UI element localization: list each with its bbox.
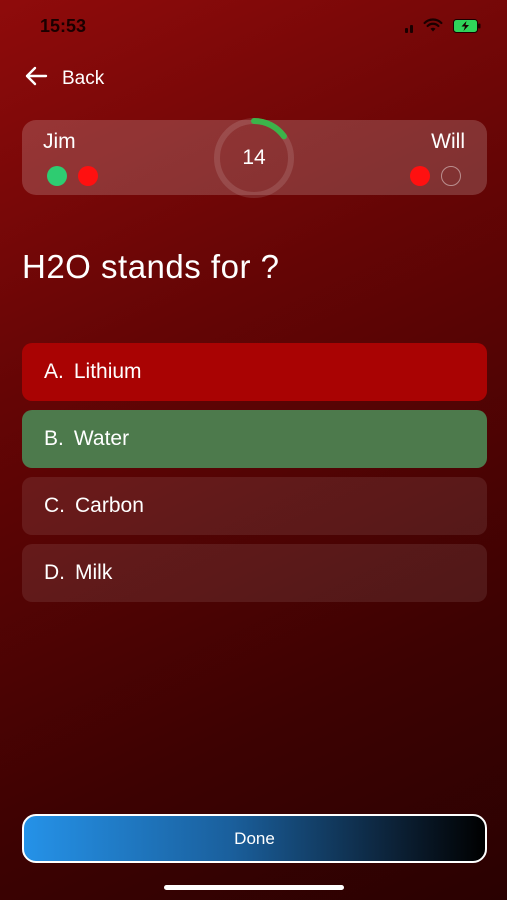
option-d[interactable]: D. Milk — [22, 544, 487, 602]
option-b[interactable]: B. Water — [22, 410, 487, 468]
option-letter: D. — [44, 561, 65, 584]
done-button[interactable]: Done — [22, 814, 487, 863]
result-correct-dot — [47, 166, 67, 186]
done-button-label: Done — [234, 828, 275, 848]
status-bar: 15:53 — [0, 0, 507, 52]
option-c[interactable]: C. Carbon — [22, 477, 487, 535]
option-label: Lithium — [73, 360, 142, 383]
player-left-results — [47, 166, 98, 186]
status-time: 15:53 — [40, 16, 87, 36]
wifi-icon — [423, 18, 443, 33]
player-right-results — [410, 166, 461, 186]
arrow-left-icon — [24, 66, 48, 91]
result-wrong-dot — [78, 166, 98, 186]
option-a[interactable]: A. Lithium — [22, 343, 487, 401]
signal-icon — [405, 19, 413, 33]
back-button[interactable]: Back — [24, 66, 104, 91]
status-icons — [405, 18, 481, 33]
score-card: Jim 14 Will — [22, 118, 487, 198]
option-letter: C. — [44, 494, 65, 517]
player-right-name: Will — [431, 130, 465, 153]
option-label: Milk — [75, 561, 113, 584]
home-indicator[interactable] — [164, 885, 344, 890]
option-label: Water — [73, 427, 130, 450]
result-pending-dot — [441, 166, 461, 186]
player-left-name: Jim — [43, 130, 76, 153]
timer-value: 14 — [242, 146, 266, 169]
option-letter: A. — [44, 360, 64, 383]
countdown-timer: 14 — [212, 116, 296, 200]
question-text: H2O stands for ? — [22, 248, 280, 285]
battery-charging-icon — [453, 18, 481, 33]
option-label: Carbon — [75, 494, 144, 517]
result-wrong-dot — [410, 166, 430, 186]
back-label: Back — [62, 67, 105, 89]
option-letter: B. — [44, 427, 64, 450]
